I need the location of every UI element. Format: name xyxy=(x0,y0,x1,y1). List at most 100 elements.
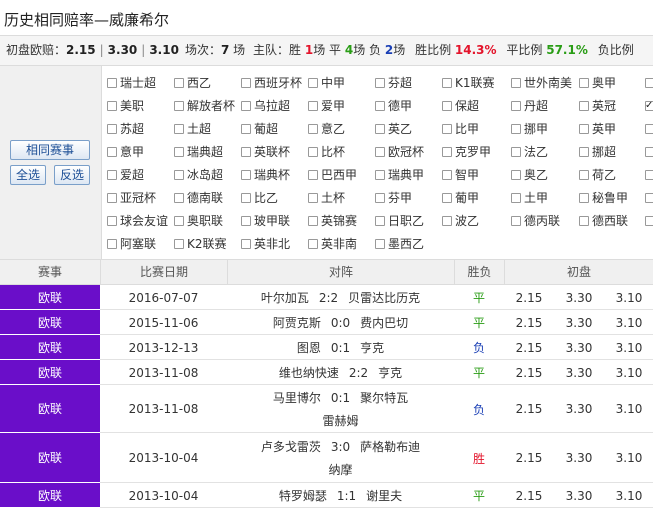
league-checkbox[interactable] xyxy=(442,170,452,180)
league-checkbox[interactable] xyxy=(241,239,251,249)
league-option[interactable]: 德甲 xyxy=(375,97,412,115)
league-checkbox[interactable] xyxy=(174,239,184,249)
league-checkbox[interactable] xyxy=(241,193,251,203)
league-checkbox[interactable] xyxy=(579,101,589,111)
league-checkbox[interactable] xyxy=(241,147,251,157)
home-team[interactable]: 维也纳快速 xyxy=(279,364,339,381)
league-checkbox[interactable] xyxy=(174,147,184,157)
home-team[interactable]: 马里博尔 xyxy=(273,389,321,406)
away-team[interactable]: 贝雷达比历克 xyxy=(348,289,420,306)
league-option[interactable]: 英非北 xyxy=(241,235,290,253)
league-option[interactable]: 德南联 xyxy=(174,189,223,207)
league-checkbox[interactable] xyxy=(511,147,521,157)
league-option[interactable]: 比杯 xyxy=(308,143,345,161)
league-option[interactable]: 解放者杯 xyxy=(174,97,235,115)
league-checkbox[interactable] xyxy=(308,239,318,249)
league-cell[interactable]: 欧联 xyxy=(0,285,100,310)
league-option[interactable]: 瑞典超 xyxy=(174,143,223,161)
league-checkbox[interactable] xyxy=(107,78,117,88)
league-cell[interactable]: 欧联 xyxy=(0,483,100,508)
league-option[interactable]: K2联赛 xyxy=(174,235,227,253)
league-option[interactable]: 克罗甲 xyxy=(442,143,491,161)
league-checkbox[interactable] xyxy=(241,101,251,111)
league-checkbox[interactable] xyxy=(511,124,521,134)
league-checkbox[interactable] xyxy=(579,124,589,134)
league-checkbox[interactable] xyxy=(107,216,117,226)
league-option[interactable]: 瑞典甲 xyxy=(375,166,424,184)
league-option[interactable]: 波乙 xyxy=(442,212,479,230)
home-team[interactable]: 叶尔加瓦 xyxy=(261,289,309,306)
league-option[interactable]: 巴西甲 xyxy=(308,166,357,184)
league-option[interactable]: K1联赛 xyxy=(442,74,495,92)
league-option[interactable]: 亚冠杯 xyxy=(107,189,156,207)
league-checkbox[interactable] xyxy=(241,124,251,134)
league-option[interactable]: 芬甲 xyxy=(375,189,412,207)
league-option[interactable]: 丹超 xyxy=(511,97,548,115)
home-team[interactable]: 特罗姆瑟 xyxy=(279,487,327,504)
league-checkbox[interactable] xyxy=(107,239,117,249)
league-checkbox[interactable] xyxy=(442,124,452,134)
away-team[interactable]: 谢里夫 xyxy=(366,487,402,504)
league-option[interactable]: 西班牙杯 xyxy=(241,74,302,92)
league-cell[interactable]: 欧联 xyxy=(0,433,100,483)
league-option[interactable]: 冰岛超 xyxy=(174,166,223,184)
league-checkbox[interactable] xyxy=(511,193,521,203)
league-checkbox[interactable] xyxy=(375,124,385,134)
league-option[interactable]: 挪甲 xyxy=(511,120,548,138)
league-option[interactable]: 土甲 xyxy=(511,189,548,207)
league-option[interactable]: 英锦赛 xyxy=(308,212,357,230)
league-checkbox[interactable] xyxy=(645,170,653,180)
league-option[interactable]: 奥职联 xyxy=(174,212,223,230)
league-option[interactable]: 奥甲 xyxy=(579,74,616,92)
league-checkbox[interactable] xyxy=(579,78,589,88)
league-option[interactable]: 英甲 xyxy=(579,120,616,138)
select-all-button[interactable]: 全选 xyxy=(10,165,46,185)
league-checkbox[interactable] xyxy=(308,78,318,88)
league-checkbox[interactable] xyxy=(375,147,385,157)
league-option[interactable]: 荷乙 xyxy=(579,166,616,184)
league-checkbox[interactable] xyxy=(174,193,184,203)
league-checkbox[interactable] xyxy=(308,170,318,180)
league-option[interactable]: 玻甲联 xyxy=(241,212,290,230)
league-option[interactable]: 葡超 xyxy=(241,120,278,138)
home-team[interactable]: 阿贾克斯 xyxy=(273,314,321,331)
league-checkbox[interactable] xyxy=(375,170,385,180)
league-checkbox[interactable] xyxy=(308,147,318,157)
league-option[interactable]: 土杯 xyxy=(308,189,345,207)
league-option[interactable]: 挪超 xyxy=(579,143,616,161)
league-checkbox[interactable] xyxy=(107,147,117,157)
league-option[interactable]: 瑞典杯 xyxy=(241,166,290,184)
away-team[interactable]: 费内巴切 xyxy=(360,314,408,331)
league-option[interactable]: 奥乙 xyxy=(511,166,548,184)
league-option[interactable]: 瑞士超 xyxy=(107,74,156,92)
league-option[interactable] xyxy=(645,97,653,115)
league-option[interactable]: 意甲 xyxy=(107,143,144,161)
league-option[interactable]: 美职 xyxy=(107,97,144,115)
league-checkbox[interactable] xyxy=(375,216,385,226)
league-option[interactable]: 德西联 xyxy=(579,212,628,230)
league-checkbox[interactable] xyxy=(579,216,589,226)
league-option[interactable] xyxy=(645,166,653,184)
league-option[interactable]: 英非南 xyxy=(308,235,357,253)
league-option[interactable]: 爱甲 xyxy=(308,97,345,115)
league-option[interactable]: 英乙 xyxy=(375,120,412,138)
league-option[interactable]: 阿塞联 xyxy=(107,235,156,253)
league-checkbox[interactable] xyxy=(645,124,653,134)
away-team-continued[interactable]: 雷赫姆 xyxy=(322,412,358,429)
league-checkbox[interactable] xyxy=(645,78,653,88)
away-team-continued[interactable]: 纳摩 xyxy=(328,461,352,478)
league-option[interactable]: 比甲 xyxy=(442,120,479,138)
league-cell[interactable]: 欧联 xyxy=(0,360,100,385)
league-option[interactable]: 葡甲 xyxy=(442,189,479,207)
league-checkbox[interactable] xyxy=(511,216,521,226)
league-cell[interactable]: 欧联 xyxy=(0,385,100,433)
league-checkbox[interactable] xyxy=(511,78,521,88)
league-checkbox[interactable] xyxy=(442,147,452,157)
league-checkbox[interactable] xyxy=(107,193,117,203)
league-checkbox[interactable] xyxy=(174,78,184,88)
league-checkbox[interactable] xyxy=(442,193,452,203)
league-checkbox[interactable] xyxy=(579,170,589,180)
league-checkbox[interactable] xyxy=(579,193,589,203)
league-option[interactable]: 法乙 xyxy=(511,143,548,161)
league-option[interactable]: 土超 xyxy=(174,120,211,138)
